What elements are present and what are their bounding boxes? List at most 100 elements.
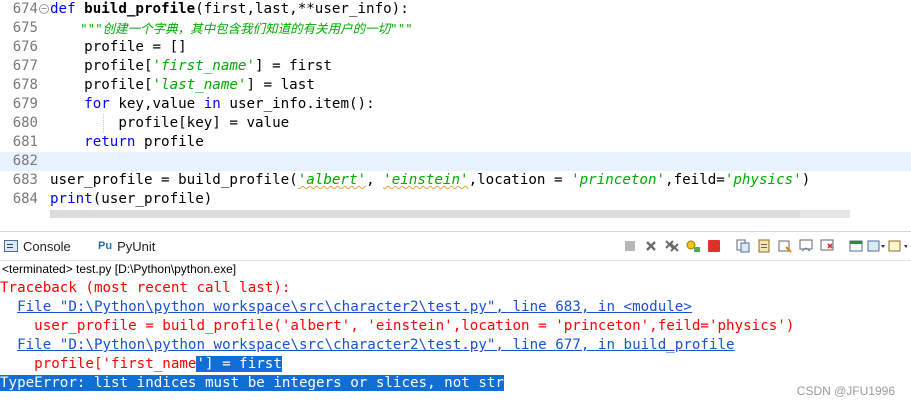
code-token: (user_profile) [92, 191, 213, 207]
console-status: <terminated> test.py [D:\Python\python.e… [2, 262, 237, 276]
copy-icon[interactable] [733, 237, 752, 255]
tab-console-label: Console [23, 238, 71, 254]
paste-icon[interactable] [754, 237, 773, 255]
line-number: 676 [12, 39, 38, 55]
code-text: print(user_profile) [50, 190, 212, 209]
line-number: 682 [12, 153, 38, 169]
code-line: 677 profile['first_name'] = first [0, 57, 911, 76]
pyunit-icon: Pu [98, 240, 113, 252]
code-token: profile [135, 134, 204, 150]
horizontal-scrollbar[interactable] [50, 210, 850, 218]
string-literal: 'last_name' [152, 77, 247, 93]
code-text: for key,value in user_info.item(): [50, 95, 375, 114]
word-wrap-icon[interactable] [796, 237, 815, 255]
scroll-lock-icon[interactable] [775, 237, 794, 255]
code-token: ,location = [468, 172, 572, 188]
code-token: user_info.item(): [220, 96, 375, 112]
toolbar-separator [838, 237, 844, 255]
fold-toggle-icon[interactable]: − [39, 4, 49, 14]
line-number: 675 [12, 20, 38, 36]
code-token: ) [801, 172, 811, 188]
error-text: profile['first_name [0, 356, 197, 372]
code-token: ] = last [246, 77, 315, 93]
code-text: profile = [] [50, 39, 187, 55]
open-console-icon[interactable] [867, 237, 886, 255]
stop-icon[interactable] [620, 237, 639, 255]
function-name: build_profile [84, 1, 196, 17]
line-number: 680 [12, 115, 38, 131]
code-token: profile[ [50, 58, 153, 74]
docstring: """创建一个字典，其中包含我们知道的有关用户的一切""" [50, 21, 413, 36]
toolbar-separator [725, 237, 731, 255]
code-line: 684 print(user_profile) [0, 190, 911, 209]
selected-error-text: TypeError: list indices must be integers… [0, 375, 504, 391]
selected-text: '] = first [196, 356, 282, 372]
string-literal: 'princeton' [571, 172, 666, 188]
traceback-file-link[interactable]: File "D:\Python\python workspace\src\cha… [17, 337, 735, 353]
watermark: CSDN @JFU1996 [796, 384, 895, 398]
code-token: ,feild= [665, 172, 725, 188]
traceback-file-link[interactable]: File "D:\Python\python workspace\src\cha… [17, 299, 692, 315]
line-number: 674 [12, 1, 38, 17]
console-tab-bar: Console Pu PyUnit [0, 231, 911, 261]
code-line: 675 """创建一个字典，其中包含我们知道的有关用户的一切""" [0, 19, 911, 38]
clear-icon[interactable] [817, 237, 836, 255]
code-text: profile['first_name'] = first [50, 57, 332, 76]
code-text: def build_profile(first,last,**user_info… [50, 0, 409, 19]
traceback-source-line: profile['first_name'] = first [0, 355, 911, 374]
code-line: 676 profile = [] [0, 38, 911, 57]
code-line: 674 − def build_profile(first,last,**use… [0, 0, 911, 19]
line-number: 681 [12, 134, 38, 150]
pin-icon[interactable] [683, 237, 702, 255]
terminate-icon[interactable] [704, 237, 723, 255]
code-text: profile['last_name'] = last [50, 76, 315, 95]
keyword-return: return [50, 134, 136, 150]
line-number: 683 [12, 172, 38, 188]
scrollbar-thumb[interactable] [50, 210, 800, 218]
tab-pyunit[interactable]: Pu PyUnit [98, 232, 155, 260]
function-params: (first,last,**user_info): [195, 1, 409, 17]
keyword-in: in [203, 96, 221, 112]
string-literal: 'einstein' [383, 172, 469, 188]
code-editor[interactable]: 674 − def build_profile(first,last,**use… [0, 0, 911, 222]
code-text: return profile [50, 133, 204, 152]
keyword-def: def [50, 1, 85, 17]
tab-console[interactable]: Console [4, 232, 71, 260]
code-token: profile[ [50, 77, 153, 93]
traceback-source-line: user_profile = build_profile('albert', '… [0, 318, 795, 334]
code-token: user_profile = build_profile( [50, 172, 298, 188]
string-literal: 'physics' [724, 172, 802, 188]
line-number: 684 [12, 191, 38, 207]
string-literal: 'first_name' [152, 58, 256, 74]
traceback-frame: File "D:\Python\python workspace\src\cha… [0, 336, 911, 355]
line-number: 677 [12, 58, 38, 74]
code-text: user_profile = build_profile('albert', '… [50, 171, 810, 190]
console-icon [4, 240, 18, 252]
code-line: 678 profile['last_name'] = last [0, 76, 911, 95]
traceback-frame: File "D:\Python\python workspace\src\cha… [0, 298, 911, 317]
view-menu-icon[interactable] [888, 237, 907, 255]
tab-pyunit-label: PyUnit [117, 238, 156, 254]
console-toolbar [620, 237, 907, 255]
code-line: 679 for key,value in user_info.item(): [0, 95, 911, 114]
keyword-for: for [50, 96, 110, 112]
remove-all-icon[interactable] [662, 237, 681, 255]
remove-launch-icon[interactable] [641, 237, 660, 255]
code-text: profile[key] = value [50, 115, 290, 131]
error-message: TypeError: list indices must be integers… [0, 374, 911, 393]
string-literal: 'albert' [297, 172, 367, 188]
code-token: , [366, 172, 384, 188]
code-line: 681 return profile [0, 133, 911, 152]
current-line[interactable]: 682 [0, 152, 911, 171]
line-number: 678 [12, 77, 38, 93]
traceback-header: Traceback (most recent call last): [0, 280, 291, 296]
code-token: key,value [109, 96, 204, 112]
indent-guide [103, 114, 105, 133]
line-number: 679 [12, 96, 38, 112]
display-console-icon[interactable] [846, 237, 865, 255]
code-token: ] = first [255, 58, 332, 74]
code-line: 683 user_profile = build_profile('albert… [0, 171, 911, 190]
code-line: 680 profile[key] = value [0, 114, 911, 133]
